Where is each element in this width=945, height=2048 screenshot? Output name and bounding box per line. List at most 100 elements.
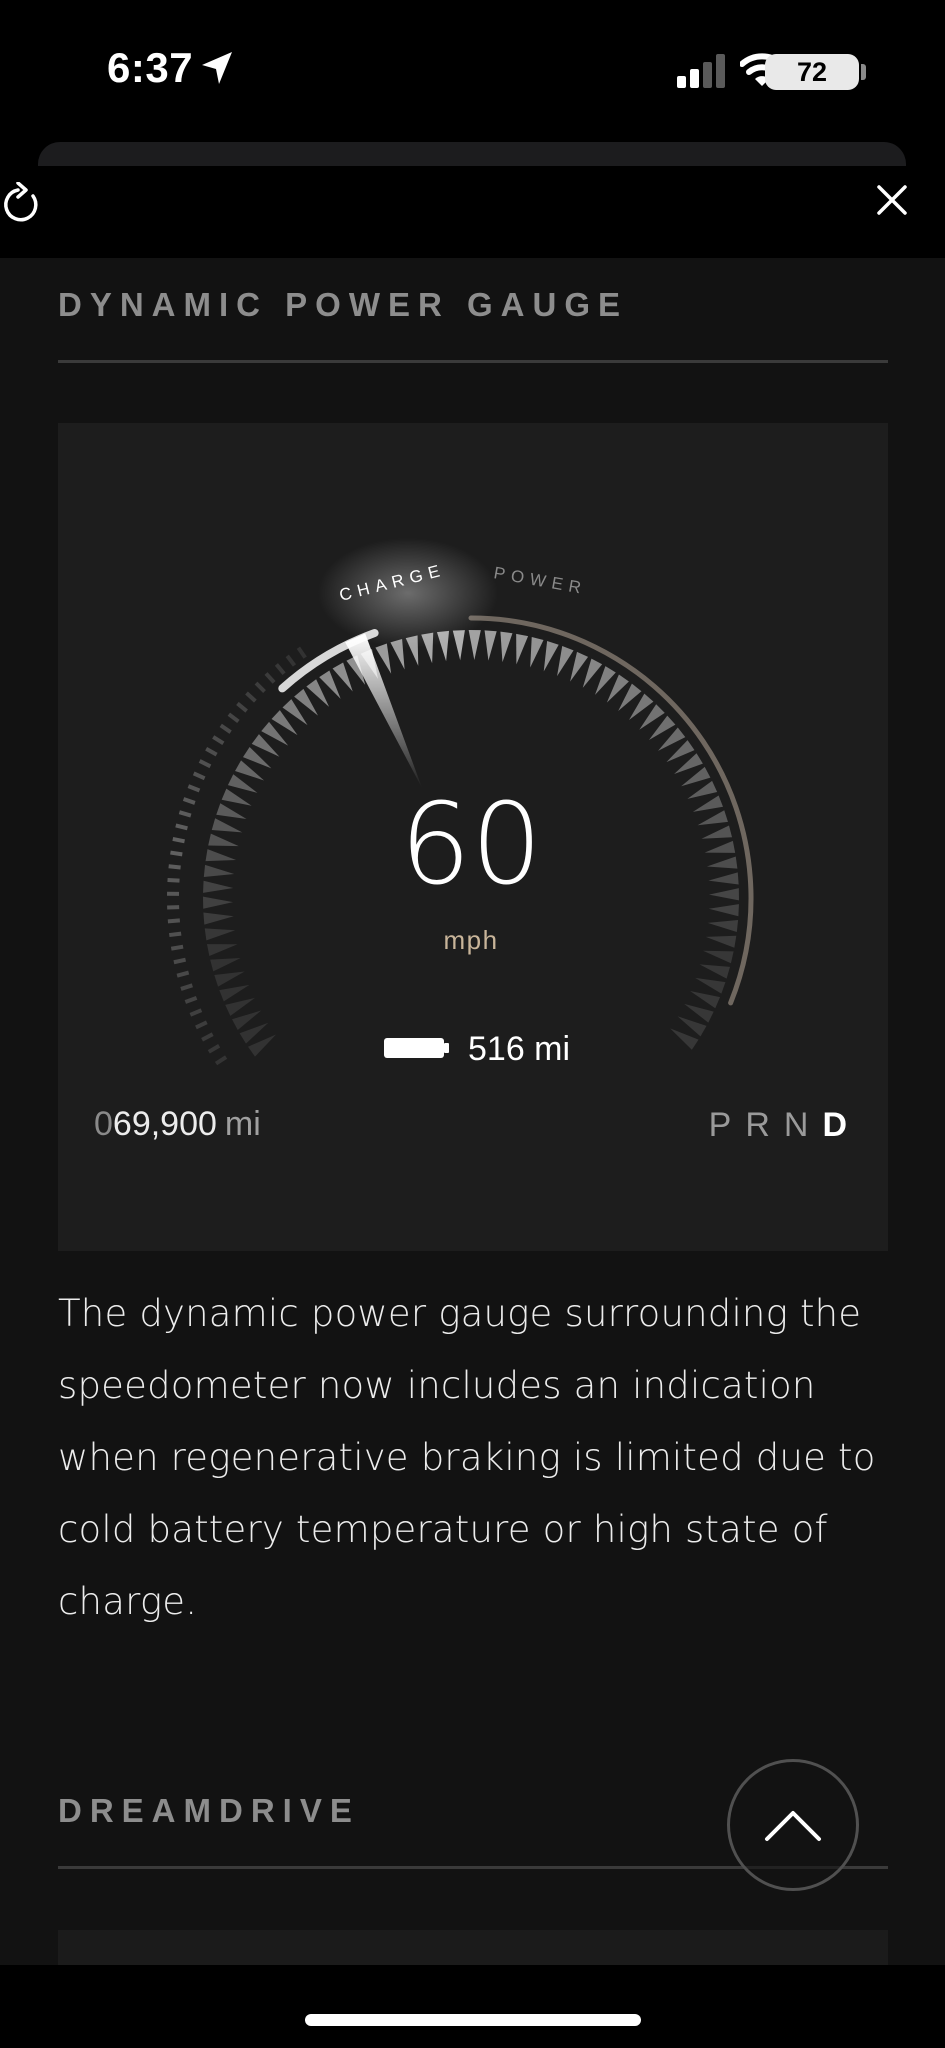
gauge-track-tick xyxy=(205,747,218,757)
odometer: 069,900 mi xyxy=(94,1105,261,1143)
gauge-tooth xyxy=(703,950,734,964)
gauge-track-tick xyxy=(175,823,188,831)
close-icon[interactable] xyxy=(874,182,910,218)
gauge-tooth xyxy=(204,928,236,941)
gauge-track-tick xyxy=(182,797,196,805)
gauge-tooth xyxy=(570,651,589,682)
gauge-tooth xyxy=(208,833,239,847)
gauge-track-tick xyxy=(187,784,201,793)
gauge-tooth xyxy=(516,633,529,665)
gauge-track-tick xyxy=(236,701,248,713)
gear-d: D xyxy=(822,1106,847,1144)
dreamdrive-card xyxy=(58,1930,888,1965)
section-title-dynamic-power-gauge: DYNAMIC POWER GAUGE xyxy=(58,286,629,323)
power-gauge-card: CHARGE POWER 60 mph 516 mi 069,900 mi PRN… xyxy=(58,423,888,1251)
gauge-tooth xyxy=(557,646,574,677)
status-time: 6:37 xyxy=(107,44,194,91)
content-area: DYNAMIC POWER GAUGE CHARGE POWER 60 mph … xyxy=(0,258,945,1965)
gauge-tooth xyxy=(219,984,250,1002)
gauge-tooth xyxy=(530,636,544,668)
location-arrow-icon xyxy=(202,52,232,84)
gauge-track-tick xyxy=(296,646,307,659)
chevron-up-icon xyxy=(765,1811,821,1841)
gauge-tooth xyxy=(500,631,513,663)
gauge-power-label: POWER xyxy=(492,563,588,598)
gauge-track-tick xyxy=(176,970,190,978)
gauge-tooth xyxy=(468,630,481,661)
gauge-track-tick xyxy=(264,672,276,684)
section-title-dreamdrive[interactable]: DREAMDRIVE xyxy=(58,1792,360,1830)
refresh-icon[interactable] xyxy=(2,182,42,226)
gauge-track-tick xyxy=(167,877,180,883)
gauge-tooth xyxy=(206,944,238,957)
gauge-tooth xyxy=(684,1003,714,1023)
gear-p: P xyxy=(709,1106,732,1144)
gauge-track-tick xyxy=(285,654,297,667)
gauge-tooth xyxy=(210,957,241,972)
gauge-tooth xyxy=(248,1034,277,1057)
gauge-tooth xyxy=(203,864,235,877)
gauge-tooth xyxy=(227,774,258,793)
gauge-tooth xyxy=(705,935,737,948)
gauge-track-tick xyxy=(201,1032,214,1042)
gauge-tooth xyxy=(543,641,559,672)
gauge-tooth xyxy=(708,888,739,901)
gauge-tooth xyxy=(203,896,234,909)
gauge-tooth xyxy=(704,840,736,853)
gauge-tooth xyxy=(697,810,728,826)
home-indicator[interactable] xyxy=(305,2014,641,2026)
gauge-track-tick xyxy=(198,759,212,769)
gauge-track-tick xyxy=(189,1008,203,1017)
gauge-outer-track xyxy=(167,646,307,1066)
gauge-track-tick xyxy=(180,983,193,991)
gauge-tooth xyxy=(216,803,247,819)
gauge-tooth xyxy=(205,849,237,862)
power-gauge-svg: CHARGE POWER 60 mph 516 mi 069,900 mi PRN… xyxy=(94,538,847,1144)
gauge-track-tick xyxy=(173,957,187,965)
scroll-to-top-button[interactable] xyxy=(727,1759,859,1891)
gauge-track-tick xyxy=(227,712,240,724)
feature-description: The dynamic power gauge surrounding the … xyxy=(58,1292,876,1623)
gauge-tooth xyxy=(708,872,739,885)
battery-nub xyxy=(861,64,866,80)
battery-indicator: 72 xyxy=(765,54,859,90)
signal-icon xyxy=(677,54,725,88)
odometer-unit: mi xyxy=(225,1105,261,1143)
range-battery-icon xyxy=(384,1038,444,1058)
gauge-tooth xyxy=(221,788,252,806)
gauge-track-tick xyxy=(178,810,192,818)
gauge-tooth xyxy=(699,964,730,979)
gauge-track-tick xyxy=(168,864,181,870)
gauge-tooth xyxy=(203,880,234,893)
gauge-tooth xyxy=(670,1028,699,1050)
gauge-track-tick xyxy=(214,1055,228,1066)
gauge-track-tick xyxy=(254,681,266,693)
bottom-safe-area xyxy=(0,1965,945,2048)
gauge-track-tick xyxy=(169,931,182,938)
gauge-tooth xyxy=(211,818,243,833)
gauge-tooth xyxy=(687,780,718,799)
section-divider xyxy=(58,360,888,363)
gauge-tooth xyxy=(690,990,721,1009)
gauge-track-tick xyxy=(192,771,206,781)
gauge-track-tick xyxy=(207,1044,221,1054)
gauge-track-tick xyxy=(172,836,185,844)
odometer-digits: 69,900 xyxy=(113,1105,217,1143)
gauge-track-tick xyxy=(170,944,184,951)
battery-percent: 72 xyxy=(796,56,828,87)
gauge-track-tick xyxy=(184,995,198,1004)
speed-unit: mph xyxy=(443,925,498,955)
gauge-tooth xyxy=(695,977,726,994)
gauge-track-tick xyxy=(274,663,286,675)
gauge-track-tick xyxy=(170,850,183,857)
gear-r: R xyxy=(745,1106,770,1144)
gauge-tooth xyxy=(692,795,723,812)
gauge-tooth xyxy=(484,630,497,661)
range-value: 516 mi xyxy=(468,1030,570,1068)
gauge-tooth xyxy=(706,856,738,869)
gauge-track-tick xyxy=(167,918,181,924)
gauge-track-tick xyxy=(245,691,257,703)
gauge-track-tick xyxy=(195,1020,208,1030)
gear-selector: PRND xyxy=(709,1106,847,1144)
gauge-track-tick xyxy=(219,723,232,734)
